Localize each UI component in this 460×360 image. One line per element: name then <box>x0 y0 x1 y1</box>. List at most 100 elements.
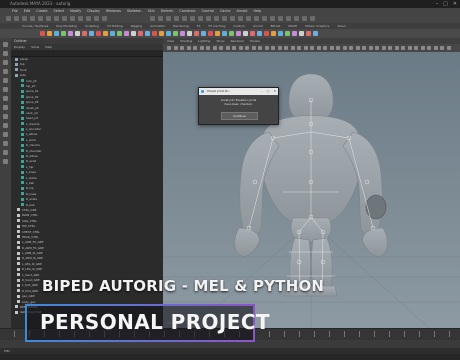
shelf-tool-icon[interactable] <box>229 31 234 36</box>
status-tool-icon[interactable] <box>310 16 315 21</box>
tool-icon[interactable] <box>3 96 8 101</box>
status-tool-icon[interactable] <box>6 16 11 21</box>
shelf-tool-icon[interactable] <box>250 31 255 36</box>
viewport-tool-icon[interactable] <box>323 46 327 50</box>
status-tool-icon[interactable] <box>102 16 107 21</box>
shelf-tool-icon[interactable] <box>278 31 283 36</box>
shelf-tool-icon[interactable] <box>40 31 45 36</box>
shelf-tool-icon[interactable] <box>166 31 171 36</box>
viewport-tool-icon[interactable] <box>349 46 353 50</box>
menu-item[interactable]: Display <box>87 8 100 15</box>
viewport-tool-icon[interactable] <box>420 46 425 50</box>
status-tool-icon[interactable] <box>190 16 195 21</box>
menu-item[interactable]: Skin <box>148 8 155 15</box>
dialog-close-button[interactable]: ✕ <box>273 88 276 95</box>
status-tool-icon[interactable] <box>14 16 19 21</box>
viewport-tool-icon[interactable] <box>388 46 392 50</box>
tool-icon[interactable] <box>3 87 8 92</box>
shelf-tool-icon[interactable] <box>299 31 304 36</box>
shelf-tool-icon[interactable] <box>222 31 227 36</box>
status-tool-icon[interactable] <box>62 16 67 21</box>
tool-icon[interactable] <box>3 42 8 47</box>
shelf-tool-icon[interactable] <box>271 31 276 36</box>
minimize-button[interactable]: – <box>436 1 439 7</box>
status-tool-icon[interactable] <box>150 16 155 21</box>
shelf-tool-icon[interactable] <box>306 31 311 36</box>
menu-item[interactable]: Modify <box>70 8 81 15</box>
status-tool-icon[interactable] <box>230 16 235 21</box>
shelf-tool-icon[interactable] <box>264 31 269 36</box>
status-tool-icon[interactable] <box>158 16 163 21</box>
viewport-tool-icon[interactable] <box>284 46 288 50</box>
viewport-tool-icon[interactable] <box>342 46 347 50</box>
viewport-tool-icon[interactable] <box>264 46 269 50</box>
outliner-search-input[interactable] <box>11 50 163 57</box>
shelf-tool-icon[interactable] <box>96 31 101 36</box>
status-tool-icon[interactable] <box>246 16 251 21</box>
status-tool-icon[interactable] <box>198 16 203 21</box>
tool-icon[interactable] <box>3 132 8 137</box>
status-tool-icon[interactable] <box>78 16 83 21</box>
tool-icon[interactable] <box>3 60 8 65</box>
menu-item[interactable]: Deform <box>161 8 174 15</box>
dialog-maximize-button[interactable]: □ <box>267 88 270 95</box>
status-tool-icon[interactable] <box>54 16 59 21</box>
viewport-tool-icon[interactable] <box>225 46 230 50</box>
viewport-tool-icon[interactable] <box>290 46 295 50</box>
status-tool-icon[interactable] <box>262 16 267 21</box>
outliner-menu-help[interactable]: Help <box>45 44 52 50</box>
viewport-tool-icon[interactable] <box>245 46 249 50</box>
tool-icon[interactable] <box>3 105 8 110</box>
viewport-tool-icon[interactable] <box>212 46 217 50</box>
shelf-tool-icon[interactable] <box>194 31 199 36</box>
menu-item[interactable]: Arnold <box>236 8 247 15</box>
viewport-tool-icon[interactable] <box>167 46 171 50</box>
outliner-menu-display[interactable]: Display <box>14 44 25 50</box>
tool-icon[interactable] <box>3 51 8 56</box>
viewport-tool-icon[interactable] <box>271 46 275 50</box>
menu-item[interactable]: Cache <box>220 8 231 15</box>
status-tool-icon[interactable] <box>38 16 43 21</box>
shelf-tool-icon[interactable] <box>257 31 262 36</box>
shelf-tool-icon[interactable] <box>208 31 213 36</box>
shelf-tool-icon[interactable] <box>236 31 241 36</box>
status-tool-icon[interactable] <box>30 16 35 21</box>
menu-item[interactable]: Constrain <box>179 8 195 15</box>
shelf-tool-icon[interactable] <box>47 31 52 36</box>
viewport-tool-icon[interactable] <box>297 46 301 50</box>
shelf-tool-icon[interactable] <box>159 31 164 36</box>
viewport-tool-icon[interactable] <box>336 46 340 50</box>
viewport-tool-icon[interactable] <box>310 46 314 50</box>
shelf-tool-icon[interactable] <box>313 31 318 36</box>
tool-icon[interactable] <box>3 159 8 164</box>
viewport-tool-icon[interactable] <box>206 46 210 50</box>
shelf-tool-icon[interactable] <box>117 31 122 36</box>
maximize-button[interactable]: □ <box>443 1 448 7</box>
shelf-tool-icon[interactable] <box>68 31 73 36</box>
shelf-tool-icon[interactable] <box>61 31 66 36</box>
status-tool-icon[interactable] <box>206 16 211 21</box>
status-tool-icon[interactable] <box>182 16 187 21</box>
viewport-tool-icon[interactable] <box>180 46 184 50</box>
viewport-tool-icon[interactable] <box>440 46 444 50</box>
viewport-tool-icon[interactable] <box>238 46 243 50</box>
status-tool-icon[interactable] <box>166 16 171 21</box>
viewport-tool-icon[interactable] <box>433 46 438 50</box>
shelf-tool-icon[interactable] <box>103 31 108 36</box>
menu-item[interactable]: Control <box>202 8 214 15</box>
shelf-tool-icon[interactable] <box>215 31 220 36</box>
shelf-tool-icon[interactable] <box>138 31 143 36</box>
status-tool-icon[interactable] <box>278 16 283 21</box>
shelf-tool-icon[interactable] <box>110 31 115 36</box>
viewport-tool-icon[interactable] <box>173 46 178 50</box>
status-tool-icon[interactable] <box>238 16 243 21</box>
shelf-tool-icon[interactable] <box>82 31 87 36</box>
menu-item[interactable]: Create <box>36 8 47 15</box>
viewport-tool-icon[interactable] <box>193 46 197 50</box>
viewport-tool-icon[interactable] <box>258 46 262 50</box>
status-tool-icon[interactable] <box>294 16 299 21</box>
viewport-tool-icon[interactable] <box>407 46 412 50</box>
shelf-tool-icon[interactable] <box>54 31 59 36</box>
menu-item[interactable]: Windows <box>106 8 121 15</box>
viewport-tool-icon[interactable] <box>375 46 379 50</box>
